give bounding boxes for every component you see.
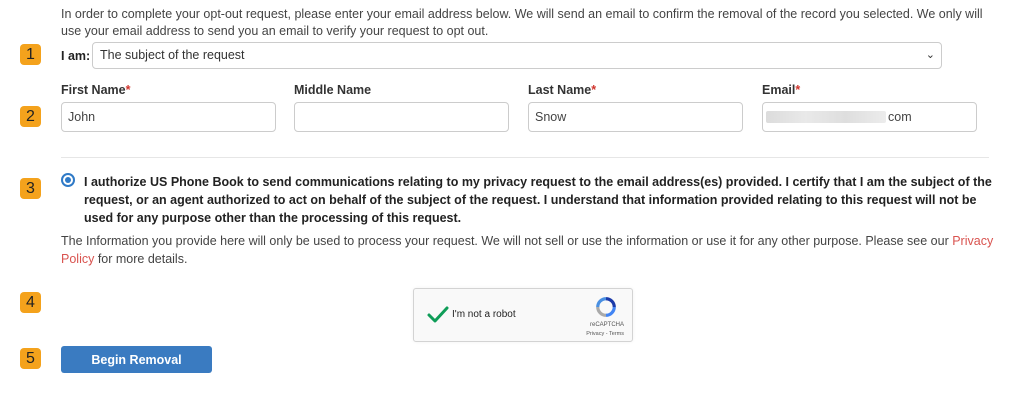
section-divider (61, 157, 989, 158)
step-badge-5: 5 (20, 348, 41, 369)
authorize-radio[interactable] (61, 173, 75, 187)
email-redacted-blur (766, 111, 886, 123)
recaptcha-terms-link[interactable]: Privacy - Terms (586, 331, 624, 337)
step-badge-2: 2 (20, 106, 41, 127)
iam-select[interactable]: The subject of the request ⌄ (92, 42, 942, 69)
step-badge-3: 3 (20, 178, 41, 199)
first-name-label: First Name* (61, 83, 131, 97)
authorization-text: I authorize US Phone Book to send commun… (84, 175, 992, 225)
last-name-input[interactable]: Snow (528, 102, 743, 132)
email-label: Email* (762, 83, 801, 97)
intro-text: In order to complete your opt-out reques… (61, 7, 983, 38)
email-input[interactable]: com (762, 102, 977, 132)
step-badge-1: 1 (20, 44, 41, 65)
iam-label: I am: (61, 49, 91, 63)
first-name-input[interactable]: John (61, 102, 276, 132)
middle-name-input[interactable] (294, 102, 509, 132)
step-badge-4: 4 (20, 292, 41, 313)
last-name-label: Last Name* (528, 83, 597, 97)
email-suffix: com (888, 110, 912, 124)
privacy-info-text: The Information you provide here will on… (61, 234, 994, 266)
recaptcha-widget[interactable]: I'm not a robot reCAPTCHA Privacy - Term… (413, 288, 633, 342)
chevron-down-icon: ⌄ (925, 49, 935, 61)
captcha-label: I'm not a robot (452, 309, 516, 320)
checkmark-icon[interactable] (426, 303, 450, 327)
begin-removal-button[interactable]: Begin Removal Process (61, 346, 212, 394)
iam-select-value: The subject of the request (100, 48, 245, 62)
middle-name-label: Middle Name (294, 83, 372, 97)
recaptcha-logo-icon (596, 297, 616, 317)
recaptcha-brand: reCAPTCHA (589, 322, 624, 328)
